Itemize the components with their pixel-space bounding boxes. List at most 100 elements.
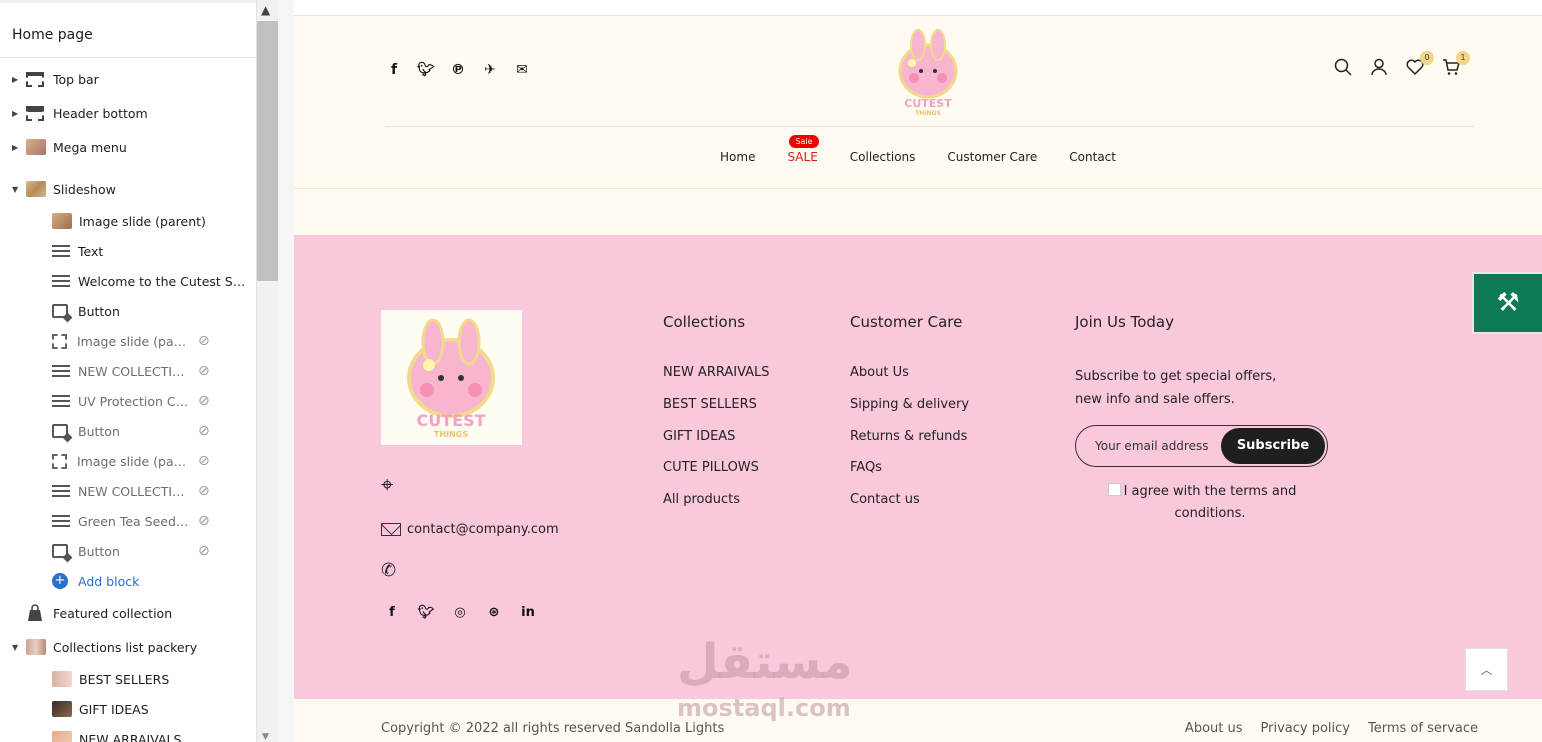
block-text[interactable]: Green Tea Seed S... ⊘ <box>0 506 256 536</box>
footer-link[interactable]: All products <box>663 492 770 524</box>
cart-icon[interactable]: 1 <box>1442 51 1470 76</box>
caret-down-icon[interactable]: ▼ <box>12 643 22 652</box>
linkedin-icon[interactable]: in <box>519 605 537 620</box>
footer-link[interactable]: FAQs <box>850 460 969 492</box>
footer-bottom-link[interactable]: Privacy policy <box>1261 721 1350 736</box>
nav-sale[interactable]: SALE Sale <box>771 135 833 164</box>
block-collection[interactable]: NEW ARRAIVALS <box>0 724 256 742</box>
block-image-slide[interactable]: Image slide (parent) <box>0 206 256 236</box>
block-label: Image slide (parent) <box>79 213 206 229</box>
footer-collections-title: Collections <box>663 313 746 331</box>
pinterest-icon[interactable]: ℗ <box>449 62 467 78</box>
header-divider <box>385 126 1474 127</box>
eye-hidden-icon[interactable]: ⊘ <box>198 363 210 379</box>
footer-collections-column: Collections NEW ARRAIVALS BEST SELLERS G… <box>663 313 770 524</box>
eye-hidden-icon[interactable]: ⊘ <box>198 453 210 469</box>
block-button[interactable]: Button ⊘ <box>0 416 256 446</box>
header-action-icons: 0 1 <box>1334 51 1470 76</box>
block-text[interactable]: Welcome to the Cutest Sho... <box>0 266 256 296</box>
section-top-bar[interactable]: ▶ Top bar <box>0 62 256 96</box>
email-icon[interactable]: ✉ <box>513 62 531 78</box>
footer-logo[interactable]: CUTEST THINGS <box>381 310 522 445</box>
back-to-top-button[interactable]: ︿ <box>1465 648 1508 691</box>
chevron-down-icon[interactable]: ▼ <box>262 732 269 742</box>
block-label: Text <box>78 243 104 259</box>
add-block-label: Add block <box>78 573 140 589</box>
section-slideshow[interactable]: ▼ Slideshow <box>0 172 256 206</box>
add-block-button[interactable]: + Add block <box>0 566 256 596</box>
account-icon[interactable] <box>1370 58 1388 76</box>
block-label: NEW ARRAIVALS <box>79 731 182 742</box>
nav-collections[interactable]: Collections <box>834 150 932 164</box>
instagram-icon[interactable]: ◎ <box>451 605 469 620</box>
block-text[interactable]: Text <box>0 236 256 266</box>
section-tree: ▶ Top bar ▶ Header bottom ▶ Mega menu ▼ … <box>0 62 256 742</box>
subscribe-button[interactable]: Subscribe <box>1221 428 1325 464</box>
block-label: NEW COLLECTION <box>78 363 190 379</box>
block-image-slide[interactable]: Image slide (pare... ⊘ <box>0 326 256 356</box>
caret-right-icon[interactable]: ▶ <box>12 143 22 152</box>
scrollbar-thumb[interactable] <box>257 21 278 281</box>
facebook-icon[interactable]: f <box>385 62 403 78</box>
section-label: Header bottom <box>53 105 148 121</box>
block-label: Button <box>78 543 120 559</box>
wishlist-icon[interactable]: 0 <box>1406 51 1434 76</box>
tools-icon[interactable]: ⚒ <box>1472 272 1542 334</box>
block-text[interactable]: NEW COLLECTION ⊘ <box>0 476 256 506</box>
svg-text:CUTEST: CUTEST <box>904 97 952 110</box>
eye-hidden-icon[interactable]: ⊘ <box>198 423 210 439</box>
telegram-icon[interactable]: ✈ <box>481 62 499 78</box>
section-label: Top bar <box>53 71 99 87</box>
section-header-bottom[interactable]: ▶ Header bottom <box>0 96 256 130</box>
block-button[interactable]: Button ⊘ <box>0 536 256 566</box>
footer-link[interactable]: Contact us <box>850 492 969 524</box>
block-button[interactable]: Button <box>0 296 256 326</box>
footer-bottom-link[interactable]: About us <box>1185 721 1243 736</box>
terms-checkbox[interactable] <box>1108 483 1121 496</box>
nav-sale-label: SALE <box>787 150 818 164</box>
section-collections-list[interactable]: ▼ Collections list packery <box>0 630 256 664</box>
eye-hidden-icon[interactable]: ⊘ <box>198 513 210 529</box>
block-image-slide[interactable]: Image slide (pare... ⊘ <box>0 446 256 476</box>
footer-link[interactable]: CUTE PILLOWS <box>663 460 770 492</box>
footer-email[interactable]: contact@company.com <box>381 522 559 537</box>
eye-hidden-icon[interactable]: ⊘ <box>198 483 210 499</box>
chevron-up-icon[interactable]: ▲ <box>261 3 270 17</box>
theme-editor-sidebar: Home page ▶ Top bar ▶ Header bottom ▶ Me… <box>0 0 257 742</box>
eye-hidden-icon[interactable]: ⊘ <box>198 543 210 559</box>
footer-link[interactable]: About Us <box>850 365 969 397</box>
eye-hidden-icon[interactable]: ⊘ <box>198 393 210 409</box>
footer-link[interactable]: BEST SELLERS <box>663 397 770 429</box>
sidebar-scrollbar[interactable]: ▲ ▼ <box>257 0 278 742</box>
section-mega-menu[interactable]: ▶ Mega menu <box>0 130 256 164</box>
email-input[interactable]: Your email address <box>1095 439 1208 453</box>
caret-down-icon[interactable]: ▼ <box>12 185 22 194</box>
section-label: Featured collection <box>53 605 173 621</box>
dribbble-icon[interactable]: ⊛ <box>485 605 503 620</box>
header-social-links: f 🐦︎ ℗ ✈ ✉ <box>385 62 531 78</box>
block-collection[interactable]: BEST SELLERS <box>0 664 256 694</box>
block-collection[interactable]: GIFT IDEAS <box>0 694 256 724</box>
footer-link[interactable]: Returns & refunds <box>850 429 969 461</box>
terms-label: I agree with the terms and conditions. <box>1123 484 1297 521</box>
footer-link[interactable]: GIFT IDEAS <box>663 429 770 461</box>
section-featured-collection[interactable]: Featured collection <box>0 596 256 630</box>
collection-thumb-icon <box>52 701 72 717</box>
search-icon[interactable] <box>1334 58 1352 76</box>
nav-home[interactable]: Home <box>704 150 771 164</box>
facebook-icon[interactable]: f <box>383 605 401 620</box>
caret-right-icon[interactable]: ▶ <box>12 109 22 118</box>
footer-link[interactable]: Sipping & delivery <box>850 397 969 429</box>
block-text[interactable]: UV Protection Cre... ⊘ <box>0 386 256 416</box>
nav-contact[interactable]: Contact <box>1053 150 1132 164</box>
sidebar-title: Home page <box>0 0 256 58</box>
footer-link[interactable]: NEW ARRAIVALS <box>663 365 770 397</box>
footer-bottom-link[interactable]: Terms of servace <box>1368 721 1478 736</box>
caret-right-icon[interactable]: ▶ <box>12 75 22 84</box>
store-logo[interactable]: CUTEST THINGS <box>894 25 962 117</box>
block-text[interactable]: NEW COLLECTION ⊘ <box>0 356 256 386</box>
eye-hidden-icon[interactable]: ⊘ <box>198 333 210 349</box>
twitter-icon[interactable]: 🐦︎ <box>417 605 435 620</box>
nav-customer-care[interactable]: Customer Care <box>931 150 1053 164</box>
twitter-icon[interactable]: 🐦︎ <box>417 62 435 78</box>
